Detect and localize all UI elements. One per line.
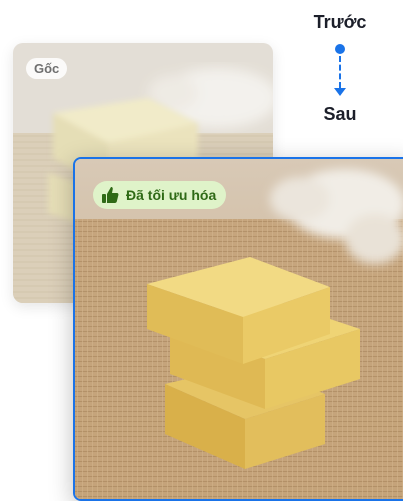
after-label: Sau xyxy=(323,104,357,124)
optimized-soap-photo xyxy=(75,159,403,499)
before-label: Trước xyxy=(313,12,367,32)
original-badge: Gốc xyxy=(26,58,68,79)
legend-dashed-line xyxy=(339,56,341,88)
optimized-badge: Đã tối ưu hóa xyxy=(93,181,227,209)
before-after-legend: Trước Sau xyxy=(300,10,380,130)
optimized-badge-label: Đã tối ưu hóa xyxy=(126,187,217,203)
arrow-down-icon xyxy=(334,88,346,96)
legend-dot-icon xyxy=(335,44,345,54)
thumbs-up-icon xyxy=(102,187,119,203)
